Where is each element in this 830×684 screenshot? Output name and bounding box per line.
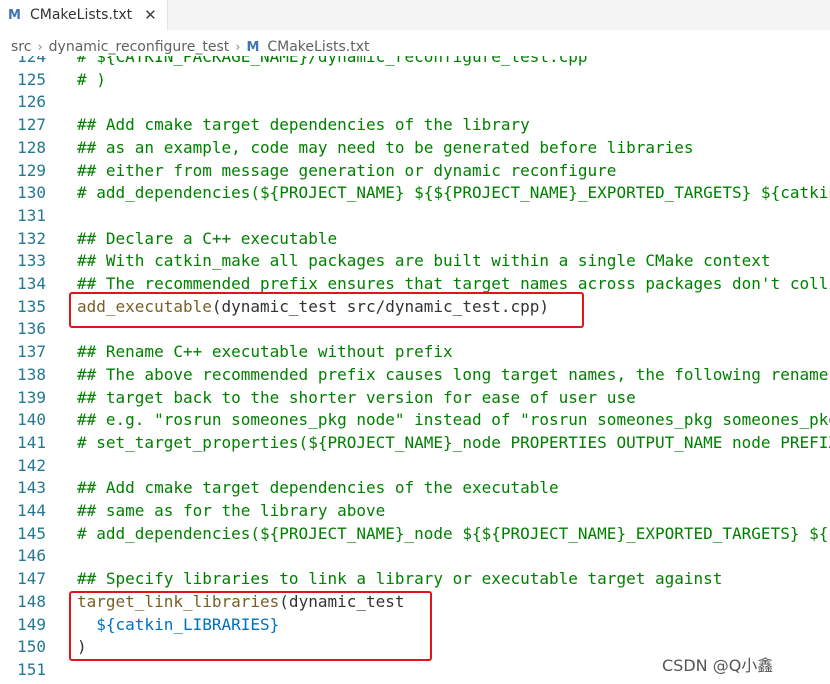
code-line[interactable]: 143 ## Add cmake target dependencies of t… [0,477,830,500]
code-text: ## as an example, code may need to be ge… [77,137,694,157]
code-line[interactable]: 129 ## either from message generation or … [0,160,830,183]
highlight-box-add-executable [69,292,584,328]
line-number: 136 [17,319,46,339]
code-text: ## Add cmake target dependencies of the … [77,115,530,135]
code-editor[interactable]: 124 # ${CATKIN_PACKAGE_NAME}/dynamic_reco… [0,56,830,684]
code-text: ## Declare a C++ executable [77,228,338,248]
code-text: ## target back to the shorter version fo… [77,387,636,407]
code-line[interactable]: 131 [0,205,830,228]
breadcrumb-folder[interactable]: dynamic_reconfigure_test [49,39,230,55]
code-text: ## Specify libraries to link a library o… [77,569,723,589]
code-text: ## Rename C++ executable without prefix [77,342,453,362]
code-line[interactable]: 140 ## e.g. "rosrun someones_pkg node" in… [0,409,830,432]
code-line[interactable]: 125 # ) [0,69,830,92]
code-line[interactable]: 139 ## target back to the shorter version… [0,387,830,410]
line-number: 135 [17,296,46,316]
code-line[interactable]: 145 # add_dependencies(${PROJECT_NAME}_no… [0,523,830,546]
code-line[interactable]: 142 [0,455,830,478]
line-number: 149 [17,614,46,634]
cmake-file-icon: M [8,7,21,23]
close-icon[interactable]: ✕ [144,7,157,23]
code-line[interactable]: 127 ## Add cmake target dependencies of t… [0,114,830,137]
line-number: 144 [17,501,46,520]
chevron-right-icon: › [235,39,241,55]
line-number: 127 [17,115,46,135]
code-line[interactable]: 144 ## same as for the library above [0,500,830,523]
code-text: # add_dependencies(${PROJECT_NAME}_node … [77,523,830,543]
editor-window: M CMakeLists.txt ✕ src › dynamic_reconfi… [0,0,830,684]
line-number: 148 [17,591,46,611]
line-number: 131 [17,205,46,225]
line-number: 137 [17,342,46,362]
code-line[interactable]: 133 ## With catkin_make all packages are … [0,250,830,273]
line-number: 124 [17,56,46,66]
watermark: CSDN @Q小鑫 [662,656,774,675]
code-line[interactable]: 137 ## Rename C++ executable without pref… [0,341,830,364]
cmake-file-icon: M [246,39,260,55]
line-number: 139 [17,387,46,407]
highlight-box-target-link-libraries [69,591,432,661]
breadcrumb-src[interactable]: src [11,39,31,55]
line-number: 125 [17,69,46,89]
code-text: # ) [77,69,106,89]
code-text: ## e.g. "rosrun someones_pkg node" inste… [77,410,830,430]
line-number: 126 [17,92,46,112]
code-text: # set_target_properties(${PROJECT_NAME}_… [77,432,830,452]
line-number: 145 [17,523,46,543]
code-line[interactable]: 138 ## The above recommended prefix cause… [0,364,830,387]
tab-bar: M CMakeLists.txt ✕ [0,0,830,30]
code-line[interactable]: 141 # set_target_properties(${PROJECT_NAM… [0,432,830,455]
code-text: ## same as for the library above [77,501,386,520]
code-line[interactable]: 126 [0,91,830,114]
code-line[interactable]: 124 # ${CATKIN_PACKAGE_NAME}/dynamic_reco… [0,56,830,69]
line-number: 143 [17,478,46,498]
line-number: 129 [17,160,46,180]
line-number: 128 [17,137,46,157]
line-number: 141 [17,432,46,452]
code-text: ## With catkin_make all packages are bui… [77,251,771,271]
code-line[interactable]: 132 ## Declare a C++ executable [0,228,830,251]
line-number: 132 [17,228,46,248]
chevron-right-icon: › [37,39,43,55]
code-text: ## The above recommended prefix causes l… [77,364,830,384]
code-line[interactable]: 128 ## as an example, code may need to be… [0,137,830,160]
line-number: 138 [17,364,46,384]
line-number: 140 [17,410,46,430]
tab-label: CMakeLists.txt [30,7,133,23]
tab-cmakelists[interactable]: M CMakeLists.txt ✕ [0,0,168,30]
code-line[interactable]: 146 [0,545,830,568]
line-number: 142 [17,455,46,475]
code-line[interactable]: 147 ## Specify libraries to link a librar… [0,568,830,591]
code-text: ## either from message generation or dyn… [77,160,617,180]
line-number: 150 [17,637,46,657]
line-number: 134 [17,274,46,293]
line-number: 151 [17,659,46,679]
code-text: # ${CATKIN_PACKAGE_NAME}/dynamic_reconfi… [77,56,588,66]
code-line[interactable]: 130 # add_dependencies(${PROJECT_NAME} ${… [0,182,830,205]
breadcrumb-file[interactable]: CMakeLists.txt [267,39,369,55]
code-text: # add_dependencies(${PROJECT_NAME} ${${P… [77,183,830,203]
line-number: 147 [17,569,46,589]
line-number: 130 [17,183,46,203]
line-number: 133 [17,251,46,271]
code-text: ## Add cmake target dependencies of the … [77,478,559,498]
line-number: 146 [17,546,46,566]
